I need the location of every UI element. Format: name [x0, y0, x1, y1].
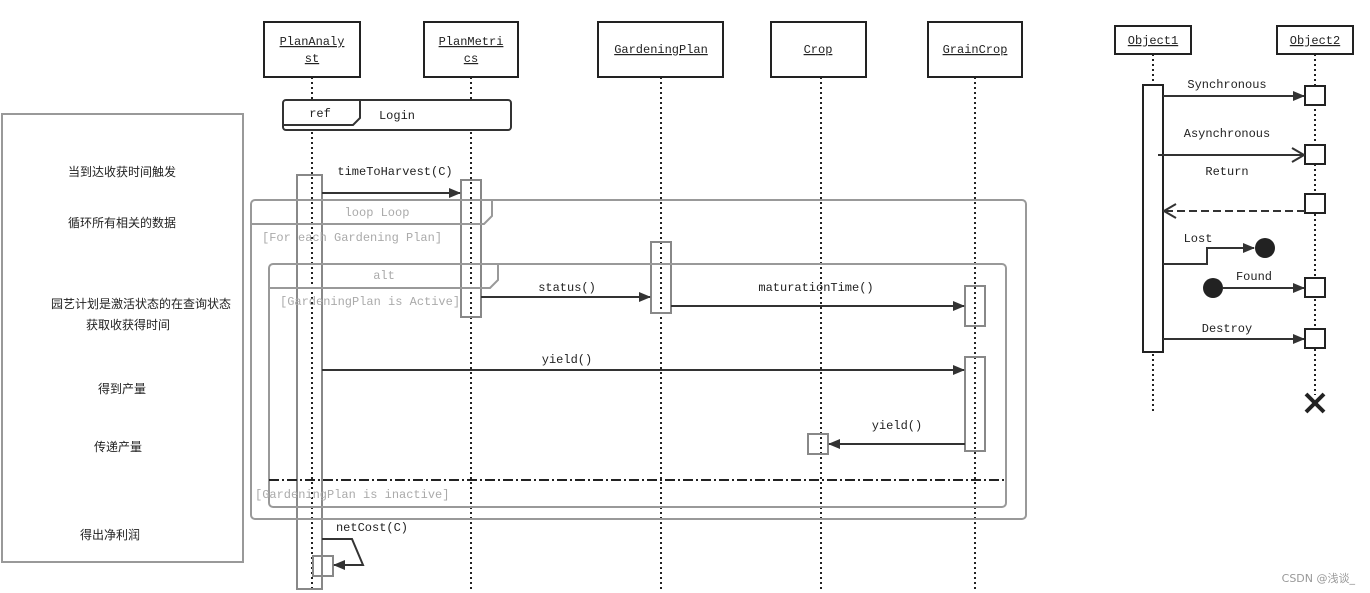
lost-endpoint-icon: [1255, 238, 1275, 258]
sequence-diagram: 当到达收获时间触发 循环所有相关的数据 园艺计划是激活状态的在查询状态 获取收获…: [1, 21, 1356, 590]
activation-object2: [1304, 193, 1326, 214]
alt-frame[interactable]: alt [GardeningPlan is Active] [Gardening…: [255, 263, 1007, 508]
message-netcost[interactable]: netCost(C): [322, 521, 408, 570]
alt-guard-active: [GardeningPlan is Active]: [280, 295, 460, 309]
message-status[interactable]: status(): [481, 281, 651, 302]
activation-object1: [1142, 84, 1164, 353]
note: 获取收获得时间: [86, 317, 170, 332]
object-gardeningplan[interactable]: GardeningPlan: [597, 21, 724, 78]
object-label: PlanAnaly: [280, 35, 345, 49]
object-label: Object2: [1290, 34, 1340, 48]
message-label: Found: [1236, 270, 1272, 284]
object-label: PlanMetri: [439, 35, 504, 49]
message-label: Destroy: [1202, 322, 1252, 336]
message-lost[interactable]: Lost: [1163, 232, 1275, 265]
message-label: maturationTime(): [758, 281, 873, 295]
note: 传递产量: [94, 439, 142, 454]
message-synchronous[interactable]: Synchronous: [1163, 78, 1305, 101]
message-found[interactable]: Found: [1203, 270, 1305, 298]
message-timetoharvest[interactable]: timeToHarvest(C): [322, 165, 461, 198]
message-maturationtime[interactable]: maturationTime(): [671, 281, 965, 311]
note: 园艺计划是激活状态的在查询状态: [51, 296, 231, 311]
ref-tag: ref: [309, 107, 331, 121]
activation-object2: [1304, 85, 1326, 106]
message-yield-return[interactable]: yield(): [828, 419, 965, 449]
note: 当到达收获时间触发: [68, 164, 176, 179]
object-object1[interactable]: Object1: [1114, 25, 1192, 55]
activation-object2: [1304, 277, 1326, 298]
alt-tag: alt: [373, 269, 395, 283]
message-label: yield(): [542, 353, 592, 367]
found-origin-icon: [1203, 278, 1223, 298]
message-destroy[interactable]: Destroy: [1163, 322, 1305, 344]
message-label: Return: [1205, 165, 1248, 179]
loop-frame[interactable]: loop Loop [For each Gardening Plan]: [250, 199, 1027, 520]
alt-guard-inactive: [GardeningPlan is inactive]: [255, 488, 449, 502]
message-label: netCost(C): [336, 521, 408, 535]
message-return[interactable]: Return: [1164, 165, 1305, 211]
activation-crop: [807, 433, 829, 455]
note: 得到产量: [98, 381, 146, 396]
object-label: Crop: [804, 43, 833, 57]
loop-tag: loop Loop: [345, 206, 410, 220]
object-label: cs: [464, 52, 478, 66]
object-label: st: [305, 52, 319, 66]
destroy-x-icon: [1304, 392, 1326, 414]
message-yield[interactable]: yield(): [322, 353, 965, 375]
object-planmetrics[interactable]: PlanMetri cs: [423, 21, 519, 78]
object-plananalyst[interactable]: PlanAnaly st: [263, 21, 361, 78]
ref-frame[interactable]: ref Login: [282, 99, 512, 131]
object-label: GardeningPlan: [614, 43, 708, 57]
object-label: GrainCrop: [943, 43, 1008, 57]
loop-guard: [For each Gardening Plan]: [262, 231, 442, 245]
object-crop[interactable]: Crop: [770, 21, 867, 78]
activation-object2: [1304, 144, 1326, 165]
notes-panel: [1, 113, 244, 563]
note: 循环所有相关的数据: [68, 215, 176, 230]
object-graincrop[interactable]: GrainCrop: [927, 21, 1023, 78]
object-object2[interactable]: Object2: [1276, 25, 1354, 55]
message-label: timeToHarvest(C): [337, 165, 452, 179]
watermark: CSDN @浅谈_: [1282, 572, 1356, 585]
object-label: Object1: [1128, 34, 1178, 48]
message-label: Lost: [1184, 232, 1213, 246]
message-label: yield(): [872, 419, 922, 433]
message-asynchronous[interactable]: Asynchronous: [1158, 127, 1304, 155]
message-label: status(): [538, 281, 596, 295]
activation-object2: [1304, 328, 1326, 349]
ref-label: Login: [379, 109, 415, 123]
message-label: Synchronous: [1187, 78, 1266, 92]
message-label: Asynchronous: [1184, 127, 1270, 141]
note: 得出净利润: [80, 527, 140, 542]
